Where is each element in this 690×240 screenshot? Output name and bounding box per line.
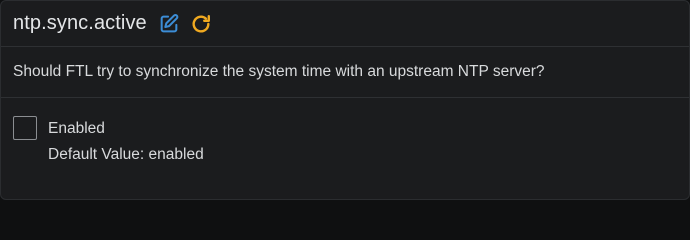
setting-panel: ntp.sync.active Should FTL try to synchr… [0, 0, 690, 200]
setting-header: ntp.sync.active [1, 1, 689, 47]
enabled-checkbox[interactable] [13, 116, 37, 140]
enabled-checkbox-label[interactable]: Enabled [48, 120, 105, 138]
edit-icon[interactable] [157, 12, 181, 36]
setting-title: ntp.sync.active [13, 12, 147, 34]
default-value-text: Default Value: enabled [48, 146, 204, 163]
setting-body: Enabled Default Value: enabled [1, 98, 689, 198]
reset-icon[interactable] [189, 12, 213, 36]
setting-description: Should FTL try to synchronize the system… [1, 47, 689, 98]
